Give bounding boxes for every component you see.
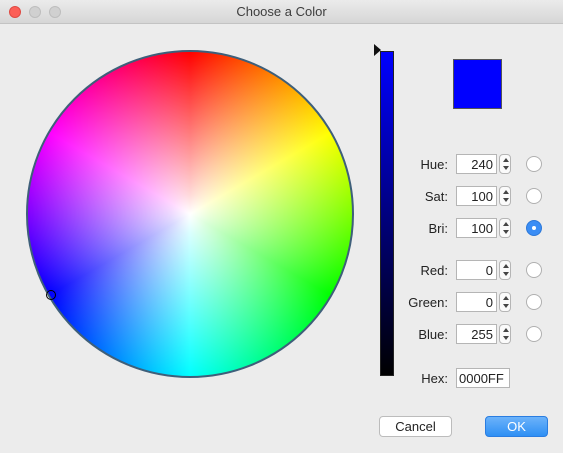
sat-input[interactable]: 100 — [456, 186, 497, 206]
hex-row: Hex: 0000FF — [400, 368, 540, 390]
stepper-up-icon[interactable] — [503, 190, 509, 194]
blue-row: Blue: 255 — [400, 324, 560, 346]
color-wheel-selection-marker[interactable] — [46, 290, 56, 300]
green-input[interactable]: 0 — [456, 292, 497, 312]
red-radio[interactable] — [526, 262, 542, 278]
window-title: Choose a Color — [236, 4, 327, 19]
hue-label: Hue: — [420, 157, 448, 172]
bri-label: Bri: — [428, 221, 449, 236]
ok-button[interactable]: OK — [485, 416, 548, 437]
sat-label: Sat: — [424, 189, 448, 204]
stepper-up-icon[interactable] — [503, 264, 509, 268]
hue-radio[interactable] — [526, 156, 542, 172]
stepper-up-icon[interactable] — [503, 158, 509, 162]
blue-input[interactable]: 255 — [456, 324, 497, 344]
brightness-slider[interactable] — [380, 51, 394, 376]
cancel-button[interactable]: Cancel — [379, 416, 452, 437]
green-label: Green: — [408, 295, 448, 310]
color-wheel[interactable] — [26, 50, 354, 378]
bri-radio[interactable] — [526, 220, 542, 236]
sat-stepper[interactable] — [499, 186, 511, 206]
bri-input[interactable]: 100 — [456, 218, 497, 238]
bri-stepper[interactable] — [499, 218, 511, 238]
stepper-down-icon[interactable] — [503, 336, 509, 340]
blue-stepper[interactable] — [499, 324, 511, 344]
stepper-down-icon[interactable] — [503, 198, 509, 202]
red-input[interactable]: 0 — [456, 260, 497, 280]
stepper-up-icon[interactable] — [503, 328, 509, 332]
green-stepper[interactable] — [499, 292, 511, 312]
hue-stepper[interactable] — [499, 154, 511, 174]
hex-label: Hex: — [421, 371, 448, 386]
stepper-up-icon[interactable] — [503, 222, 509, 226]
stepper-down-icon[interactable] — [503, 272, 509, 276]
red-row: Red: 0 — [400, 260, 560, 282]
hue-input[interactable]: 240 — [456, 154, 497, 174]
stepper-down-icon[interactable] — [503, 230, 509, 234]
color-preview-swatch — [453, 59, 502, 109]
title-bar: Choose a Color — [0, 0, 563, 24]
sat-row: Sat: 100 — [400, 186, 560, 208]
sat-radio[interactable] — [526, 188, 542, 204]
hex-input[interactable]: 0000FF — [456, 368, 510, 388]
green-radio[interactable] — [526, 294, 542, 310]
stepper-down-icon[interactable] — [503, 304, 509, 308]
red-stepper[interactable] — [499, 260, 511, 280]
green-row: Green: 0 — [400, 292, 560, 314]
red-label: Red: — [420, 263, 448, 278]
stepper-down-icon[interactable] — [503, 166, 509, 170]
hue-row: Hue: 240 — [400, 154, 560, 176]
stepper-up-icon[interactable] — [503, 296, 509, 300]
blue-radio[interactable] — [526, 326, 542, 342]
bri-row: Bri: 100 — [400, 218, 560, 240]
blue-label: Blue: — [418, 327, 448, 342]
